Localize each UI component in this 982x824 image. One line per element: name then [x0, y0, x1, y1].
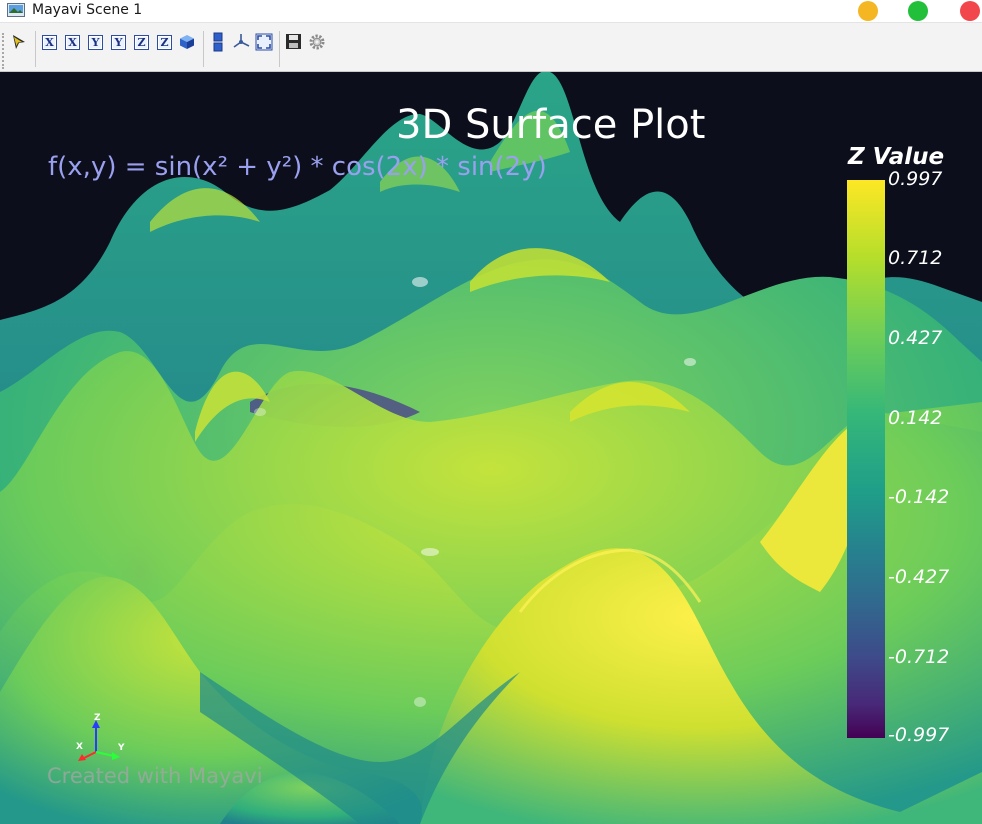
colorbar-tick: 0.712	[888, 247, 943, 269]
full-screen-icon[interactable]	[255, 33, 273, 51]
orientation-axes: Z X Y	[76, 713, 125, 761]
close-button[interactable]	[960, 1, 980, 21]
colorbar-tick: 0.427	[888, 327, 943, 349]
view-x-plus-icon[interactable]: X	[42, 35, 57, 50]
axes-indicator-icon[interactable]	[232, 33, 250, 51]
scene-viewport[interactable]: 3D Surface Plot f(x,y) = sin(x² + y²) * …	[0, 72, 982, 824]
colorbar-tick: 0.997	[888, 168, 943, 190]
watermark-text: Created with Mayavi	[47, 764, 263, 788]
maximize-button[interactable]	[908, 1, 928, 21]
specular-highlight	[414, 697, 426, 707]
minimize-button[interactable]	[858, 1, 878, 21]
view-y-minus-icon[interactable]: Y	[111, 35, 126, 50]
app-icon	[7, 3, 25, 17]
view-y-plus-icon[interactable]: Y	[88, 35, 103, 50]
specular-highlight	[684, 358, 696, 366]
view-z-minus-icon[interactable]: Z	[157, 35, 172, 50]
settings-icon[interactable]	[308, 33, 326, 51]
specular-highlight	[254, 408, 266, 416]
orientation-x-label: X	[76, 742, 83, 752]
toolbar-separator	[35, 31, 36, 67]
formula-text: f(x,y) = sin(x² + y²) * cos(2x) * sin(2y…	[48, 152, 547, 182]
toolbar-separator	[279, 31, 280, 67]
plot-title: 3D Surface Plot	[396, 102, 706, 148]
colorbar	[847, 180, 885, 738]
save-icon[interactable]	[285, 33, 303, 51]
toolbar: X X Y Y Z Z	[0, 22, 982, 72]
view-x-minus-icon[interactable]: X	[65, 35, 80, 50]
parallel-projection-icon[interactable]	[209, 32, 227, 52]
orientation-y-label: Y	[117, 743, 125, 753]
colorbar-tick: -0.142	[888, 486, 950, 508]
colorbar-tick: -0.712	[888, 646, 950, 668]
orientation-z-label: Z	[94, 713, 101, 723]
toolbar-grip[interactable]	[2, 33, 5, 69]
view-z-plus-icon[interactable]: Z	[134, 35, 149, 50]
isometric-view-icon[interactable]	[178, 33, 196, 51]
colorbar-tick: -0.997	[888, 724, 950, 746]
toolbar-separator	[203, 31, 204, 67]
title-bar: Mayavi Scene 1	[0, 0, 982, 22]
specular-highlight	[412, 277, 428, 287]
colorbar-tick: 0.142	[888, 407, 943, 429]
colorbar-title: Z Value	[848, 144, 945, 170]
surface-plot[interactable]	[0, 72, 982, 824]
colorbar-tick: -0.427	[888, 566, 950, 588]
window-title: Mayavi Scene 1	[32, 2, 143, 18]
specular-highlight	[421, 548, 439, 556]
pointer-icon[interactable]	[10, 33, 28, 51]
